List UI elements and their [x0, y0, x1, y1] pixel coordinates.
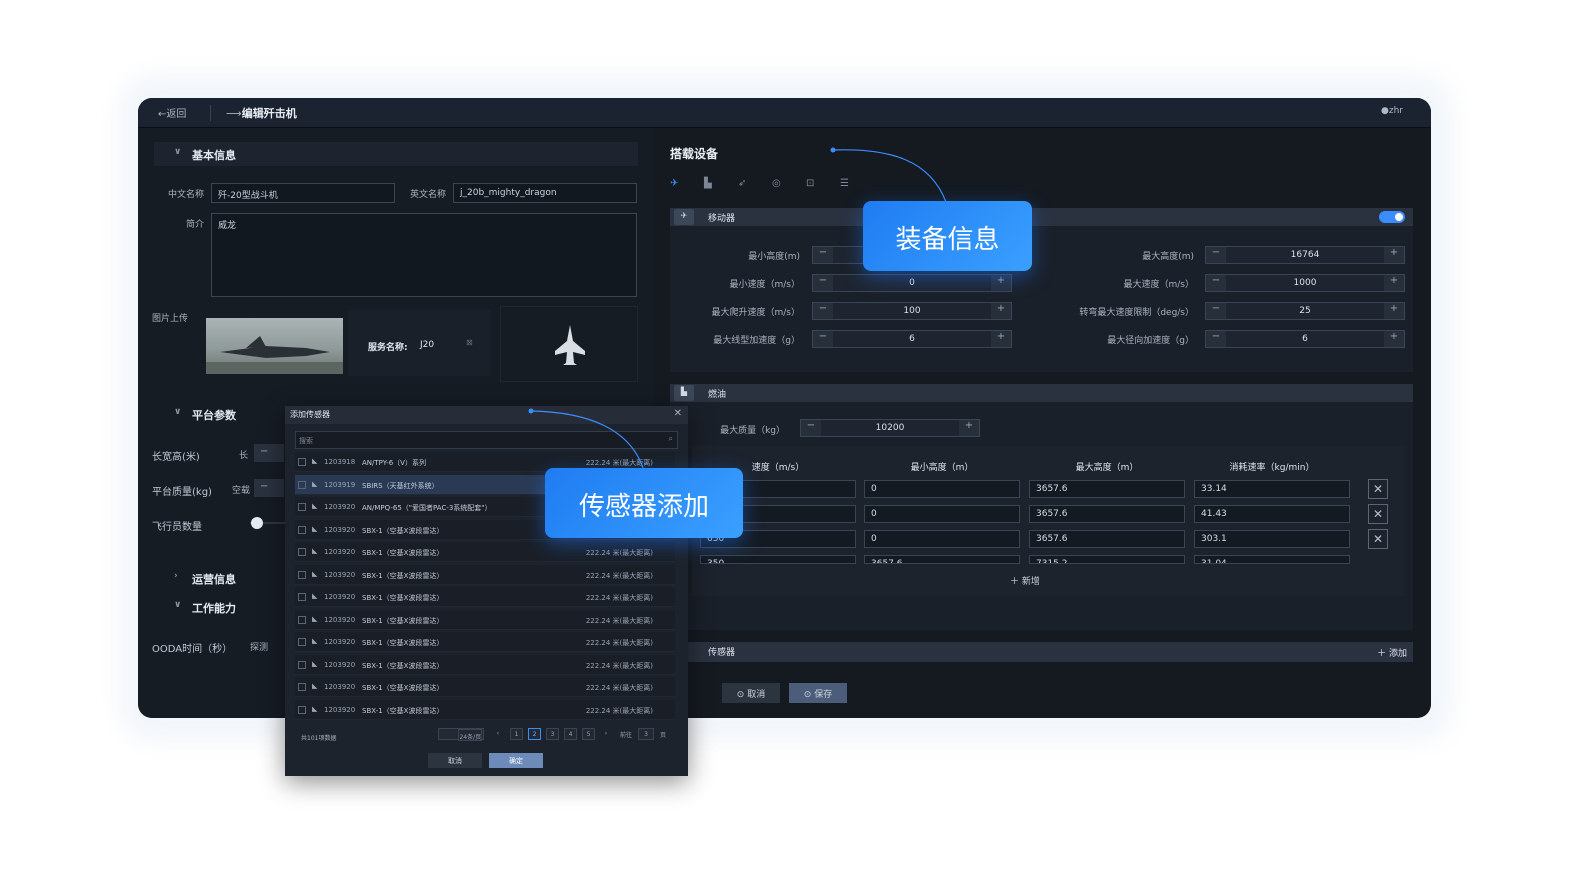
sensor-connector	[530, 410, 644, 469]
equipment-connector	[832, 149, 947, 203]
sensor-add-callout: 传感器添加	[545, 468, 743, 538]
connector-dot	[528, 408, 534, 414]
equipment-callout: 装备信息	[863, 201, 1032, 271]
connector-dot	[830, 147, 836, 153]
callout-connectors	[528, 147, 947, 469]
